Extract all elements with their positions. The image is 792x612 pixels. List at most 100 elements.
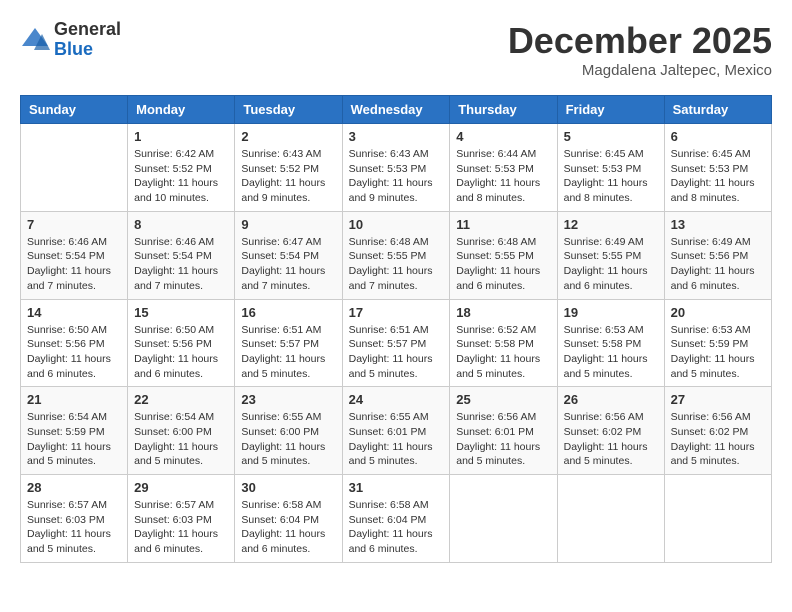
day-info: Sunrise: 6:55 AMSunset: 6:00 PMDaylight:… [241, 410, 335, 469]
day-number: 17 [349, 305, 444, 320]
page-header: General Blue December 2025 Magdalena Jal… [20, 20, 772, 79]
day-number: 27 [671, 392, 765, 407]
day-info: Sunrise: 6:50 AMSunset: 5:56 PMDaylight:… [27, 323, 121, 382]
calendar-cell: 7 Sunrise: 6:46 AMSunset: 5:54 PMDaylight… [21, 211, 128, 299]
logo-icon [20, 26, 50, 54]
calendar-week-row: 28 Sunrise: 6:57 AMSunset: 6:03 PMDayligh… [21, 475, 772, 563]
calendar-cell: 30 Sunrise: 6:58 AMSunset: 6:04 PMDayligh… [235, 475, 342, 563]
day-info: Sunrise: 6:56 AMSunset: 6:02 PMDaylight:… [564, 410, 658, 469]
calendar-week-row: 7 Sunrise: 6:46 AMSunset: 5:54 PMDaylight… [21, 211, 772, 299]
calendar-cell: 3Sunrise: 6:43 AMSunset: 5:53 PMDaylight… [342, 124, 450, 212]
calendar-cell: 31Sunrise: 6:58 AMSunset: 6:04 PMDayligh… [342, 475, 450, 563]
day-number: 1 [134, 129, 228, 144]
month-title: December 2025 [508, 20, 772, 62]
day-info: Sunrise: 6:51 AMSunset: 5:57 PMDaylight:… [349, 323, 444, 382]
calendar-cell: 22 Sunrise: 6:54 AMSunset: 6:00 PMDayligh… [128, 387, 235, 475]
calendar-cell: 26 Sunrise: 6:56 AMSunset: 6:02 PMDayligh… [557, 387, 664, 475]
calendar-cell: 1 Sunrise: 6:42 AMSunset: 5:52 PMDaylight… [128, 124, 235, 212]
day-number: 2 [241, 129, 335, 144]
calendar-cell: 12 Sunrise: 6:49 AMSunset: 5:55 PMDayligh… [557, 211, 664, 299]
calendar-cell: 6Sunrise: 6:45 AMSunset: 5:53 PMDaylight… [664, 124, 771, 212]
day-number: 13 [671, 217, 765, 232]
day-number: 25 [456, 392, 550, 407]
weekday-header-saturday: Saturday [664, 96, 771, 124]
day-info: Sunrise: 6:48 AMSunset: 5:55 PMDaylight:… [456, 235, 550, 294]
day-info: Sunrise: 6:53 AMSunset: 5:59 PMDaylight:… [671, 323, 765, 382]
day-info: Sunrise: 6:54 AMSunset: 6:00 PMDaylight:… [134, 410, 228, 469]
day-number: 10 [349, 217, 444, 232]
day-info: Sunrise: 6:54 AMSunset: 5:59 PMDaylight:… [27, 410, 121, 469]
day-info: Sunrise: 6:48 AMSunset: 5:55 PMDaylight:… [349, 235, 444, 294]
weekday-header-sunday: Sunday [21, 96, 128, 124]
calendar-cell [664, 475, 771, 563]
day-number: 16 [241, 305, 335, 320]
weekday-header-wednesday: Wednesday [342, 96, 450, 124]
day-number: 22 [134, 392, 228, 407]
calendar-cell: 2 Sunrise: 6:43 AMSunset: 5:52 PMDaylight… [235, 124, 342, 212]
calendar-cell: 15 Sunrise: 6:50 AMSunset: 5:56 PMDayligh… [128, 299, 235, 387]
day-number: 5 [564, 129, 658, 144]
day-number: 21 [27, 392, 121, 407]
weekday-header-friday: Friday [557, 96, 664, 124]
calendar-cell: 9 Sunrise: 6:47 AMSunset: 5:54 PMDaylight… [235, 211, 342, 299]
calendar-cell: 8 Sunrise: 6:46 AMSunset: 5:54 PMDaylight… [128, 211, 235, 299]
day-info: Sunrise: 6:46 AMSunset: 5:54 PMDaylight:… [134, 235, 228, 294]
day-info: Sunrise: 6:43 AMSunset: 5:52 PMDaylight:… [241, 147, 335, 206]
day-info: Sunrise: 6:57 AMSunset: 6:03 PMDaylight:… [27, 498, 121, 557]
day-number: 6 [671, 129, 765, 144]
day-number: 15 [134, 305, 228, 320]
calendar-cell: 11 Sunrise: 6:48 AMSunset: 5:55 PMDayligh… [450, 211, 557, 299]
day-number: 4 [456, 129, 550, 144]
day-number: 3 [349, 129, 444, 144]
weekday-header-thursday: Thursday [450, 96, 557, 124]
day-info: Sunrise: 6:50 AMSunset: 5:56 PMDaylight:… [134, 323, 228, 382]
calendar-cell: 5 Sunrise: 6:45 AMSunset: 5:53 PMDaylight… [557, 124, 664, 212]
day-number: 7 [27, 217, 121, 232]
weekday-header-row: SundayMondayTuesdayWednesdayThursdayFrid… [21, 96, 772, 124]
calendar-cell: 18 Sunrise: 6:52 AMSunset: 5:58 PMDayligh… [450, 299, 557, 387]
day-number: 29 [134, 480, 228, 495]
day-number: 14 [27, 305, 121, 320]
calendar-cell: 20Sunrise: 6:53 AMSunset: 5:59 PMDayligh… [664, 299, 771, 387]
calendar-cell [21, 124, 128, 212]
day-info: Sunrise: 6:47 AMSunset: 5:54 PMDaylight:… [241, 235, 335, 294]
day-info: Sunrise: 6:58 AMSunset: 6:04 PMDaylight:… [241, 498, 335, 557]
day-number: 12 [564, 217, 658, 232]
calendar-cell: 4 Sunrise: 6:44 AMSunset: 5:53 PMDaylight… [450, 124, 557, 212]
calendar-week-row: 14 Sunrise: 6:50 AMSunset: 5:56 PMDayligh… [21, 299, 772, 387]
day-info: Sunrise: 6:49 AMSunset: 5:55 PMDaylight:… [564, 235, 658, 294]
calendar-cell: 25 Sunrise: 6:56 AMSunset: 6:01 PMDayligh… [450, 387, 557, 475]
calendar-cell: 24Sunrise: 6:55 AMSunset: 6:01 PMDayligh… [342, 387, 450, 475]
day-info: Sunrise: 6:42 AMSunset: 5:52 PMDaylight:… [134, 147, 228, 206]
day-info: Sunrise: 6:51 AMSunset: 5:57 PMDaylight:… [241, 323, 335, 382]
logo: General Blue [20, 20, 121, 60]
calendar-cell: 23Sunrise: 6:55 AMSunset: 6:00 PMDayligh… [235, 387, 342, 475]
day-number: 19 [564, 305, 658, 320]
day-number: 11 [456, 217, 550, 232]
calendar-cell [450, 475, 557, 563]
day-info: Sunrise: 6:46 AMSunset: 5:54 PMDaylight:… [27, 235, 121, 294]
day-number: 26 [564, 392, 658, 407]
calendar-cell: 19 Sunrise: 6:53 AMSunset: 5:58 PMDayligh… [557, 299, 664, 387]
day-number: 9 [241, 217, 335, 232]
day-number: 28 [27, 480, 121, 495]
title-block: December 2025 Magdalena Jaltepec, Mexico [508, 20, 772, 79]
day-info: Sunrise: 6:44 AMSunset: 5:53 PMDaylight:… [456, 147, 550, 206]
day-info: Sunrise: 6:45 AMSunset: 5:53 PMDaylight:… [564, 147, 658, 206]
day-info: Sunrise: 6:53 AMSunset: 5:58 PMDaylight:… [564, 323, 658, 382]
day-info: Sunrise: 6:52 AMSunset: 5:58 PMDaylight:… [456, 323, 550, 382]
location: Magdalena Jaltepec, Mexico [508, 62, 772, 79]
calendar-cell: 17 Sunrise: 6:51 AMSunset: 5:57 PMDayligh… [342, 299, 450, 387]
calendar-cell: 10 Sunrise: 6:48 AMSunset: 5:55 PMDayligh… [342, 211, 450, 299]
weekday-header-monday: Monday [128, 96, 235, 124]
calendar-cell: 16 Sunrise: 6:51 AMSunset: 5:57 PMDayligh… [235, 299, 342, 387]
calendar-week-row: 1 Sunrise: 6:42 AMSunset: 5:52 PMDaylight… [21, 124, 772, 212]
day-number: 8 [134, 217, 228, 232]
calendar-cell: 13 Sunrise: 6:49 AMSunset: 5:56 PMDayligh… [664, 211, 771, 299]
day-number: 18 [456, 305, 550, 320]
day-number: 30 [241, 480, 335, 495]
calendar-cell: 27Sunrise: 6:56 AMSunset: 6:02 PMDayligh… [664, 387, 771, 475]
day-info: Sunrise: 6:49 AMSunset: 5:56 PMDaylight:… [671, 235, 765, 294]
day-info: Sunrise: 6:55 AMSunset: 6:01 PMDaylight:… [349, 410, 444, 469]
day-info: Sunrise: 6:56 AMSunset: 6:01 PMDaylight:… [456, 410, 550, 469]
